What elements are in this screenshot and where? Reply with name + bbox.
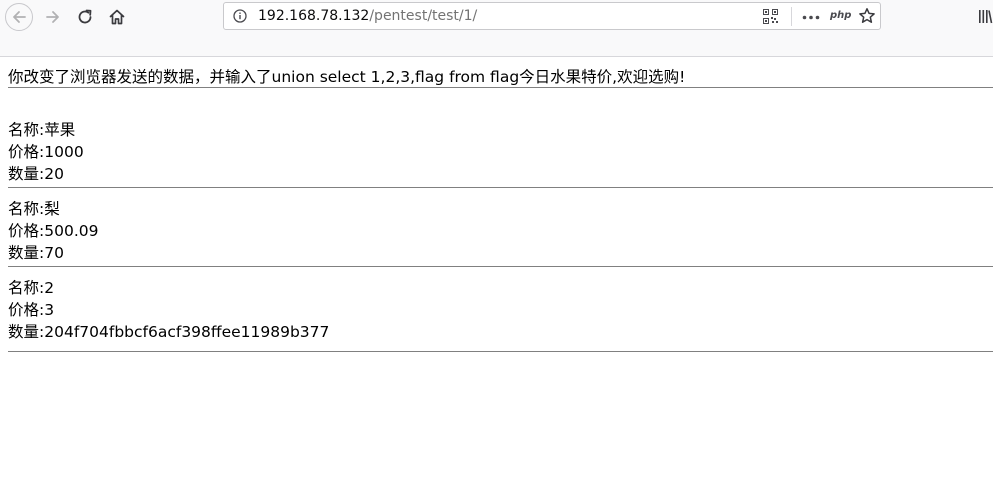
reload-icon <box>78 9 92 24</box>
price-label: 价格: <box>8 143 45 161</box>
product-name: 名称:梨 <box>8 198 993 220</box>
quantity-value: 204f704fbbcf6acf398ffee11989b377 <box>44 323 330 341</box>
url-path: /pentest/test/1/ <box>369 8 478 24</box>
quantity-value: 70 <box>44 244 64 262</box>
price-value: 1000 <box>44 143 84 161</box>
product-price: 价格:1000 <box>8 141 993 163</box>
star-icon[interactable] <box>858 7 876 25</box>
name-label: 名称: <box>8 279 45 297</box>
price-value: 3 <box>44 301 55 319</box>
product-item: 名称:2 价格:3 数量:204f704fbbcf6acf398ffee1198… <box>8 277 993 343</box>
quantity-label: 数量: <box>8 165 45 183</box>
url-bar[interactable]: 192.168.78.132/pentest/test/1/ php <box>223 2 881 30</box>
name-value: 苹果 <box>44 121 76 139</box>
product-item: 名称:苹果 价格:1000 数量:20 <box>8 119 993 185</box>
product-item: 名称:梨 价格:500.09 数量:70 <box>8 198 993 264</box>
product-quantity: 数量:20 <box>8 163 993 185</box>
home-button[interactable] <box>103 3 131 31</box>
name-value: 梨 <box>44 200 60 218</box>
php-icon[interactable]: php <box>830 8 851 24</box>
info-icon[interactable] <box>233 9 247 23</box>
url-host: 192.168.78.132 <box>258 8 370 24</box>
back-button[interactable] <box>5 3 33 31</box>
price-label: 价格: <box>8 301 45 319</box>
back-arrow-icon <box>13 11 26 23</box>
qr-code-icon[interactable] <box>763 9 778 24</box>
price-label: 价格: <box>8 222 45 240</box>
reload-button[interactable] <box>71 3 99 31</box>
price-value: 500.09 <box>44 222 99 240</box>
quantity-label: 数量: <box>8 323 45 341</box>
product-price: 价格:500.09 <box>8 220 993 242</box>
quantity-value: 20 <box>44 165 64 183</box>
home-icon <box>109 9 125 25</box>
name-label: 名称: <box>8 121 45 139</box>
url-bar-separator <box>791 7 792 26</box>
browser-toolbar: 192.168.78.132/pentest/test/1/ php <box>0 0 993 57</box>
product-name: 名称:2 <box>8 277 993 299</box>
product-quantity: 数量:204f704fbbcf6acf398ffee11989b377 <box>8 321 993 343</box>
forward-button[interactable] <box>39 3 67 31</box>
product-price: 价格:3 <box>8 299 993 321</box>
forward-arrow-icon <box>46 11 59 23</box>
url-text[interactable]: 192.168.78.132/pentest/test/1/ <box>258 7 477 25</box>
name-value: 2 <box>44 279 55 297</box>
quantity-label: 数量: <box>8 244 45 262</box>
more-icon[interactable] <box>802 15 820 20</box>
product-quantity: 数量:70 <box>8 242 993 264</box>
page-content: 你改变了浏览器发送的数据，并输入了union select 1,2,3,flag… <box>8 58 993 352</box>
page-headline: 你改变了浏览器发送的数据，并输入了union select 1,2,3,flag… <box>8 68 686 86</box>
name-label: 名称: <box>8 200 45 218</box>
library-icon[interactable] <box>978 8 993 24</box>
divider <box>8 351 993 352</box>
product-name: 名称:苹果 <box>8 119 993 141</box>
